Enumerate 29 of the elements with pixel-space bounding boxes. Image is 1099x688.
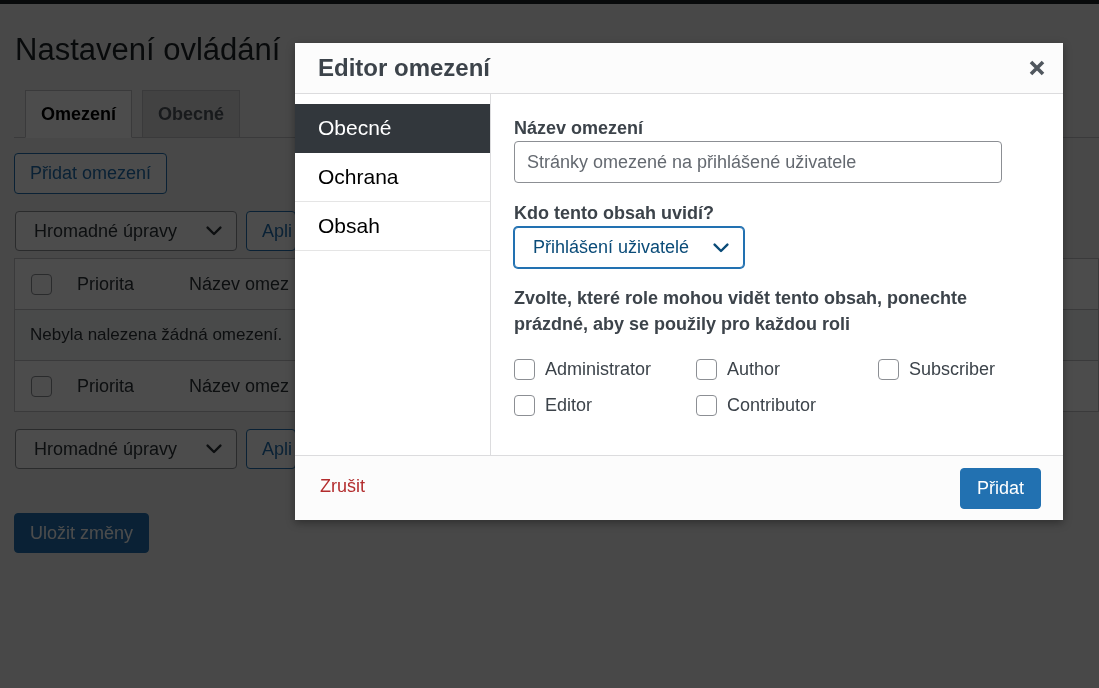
checkbox[interactable]: [696, 358, 717, 380]
field-label: Kdo tento obsah uvidí?: [514, 202, 714, 225]
checkbox[interactable]: [878, 358, 899, 380]
sidebar-item[interactable]: Obecné: [295, 104, 490, 153]
cancel-link[interactable]: Zrušit: [320, 475, 365, 497]
close-icon: [1029, 60, 1045, 76]
field-label: Název omezení: [514, 117, 644, 140]
checkbox-label: Contributor: [727, 394, 817, 416]
roles-label: Zvolte, které role mohou vidět tento obsah, ponechte prázdné, aby se použily pro každou roli: [514, 287, 969, 336]
sidebar-item[interactable]: Ochrana: [295, 153, 490, 202]
checkbox-label: Subscriber: [909, 358, 996, 380]
checkbox-label: Editor: [545, 394, 593, 416]
checkbox[interactable]: [514, 394, 535, 416]
checkbox[interactable]: [696, 394, 717, 416]
chevron-down-icon: [713, 242, 729, 253]
column-header: Název omez: [189, 273, 290, 295]
checkbox-label: Author: [727, 358, 781, 380]
input-field[interactable]: Stránky omezené na přihlášené uživatele: [514, 141, 1002, 183]
audience-select[interactable]: Přihlášení uživatelé: [514, 227, 744, 268]
checkbox-label: Administrator: [545, 358, 652, 380]
column-header: Priorita: [77, 375, 135, 397]
column-header: Priorita: [77, 273, 135, 295]
empty-message: Nebyla nalezena žádná omezení.: [30, 325, 283, 345]
checkbox[interactable]: [514, 358, 535, 380]
column-header: Název omez: [189, 375, 290, 397]
sidebar-item[interactable]: Obsah: [295, 202, 490, 251]
add-button[interactable]: Přidat: [959, 467, 1041, 509]
modal-title: Editor omezení: [318, 54, 491, 82]
page-title: Nastavení ovládání: [15, 31, 281, 69]
